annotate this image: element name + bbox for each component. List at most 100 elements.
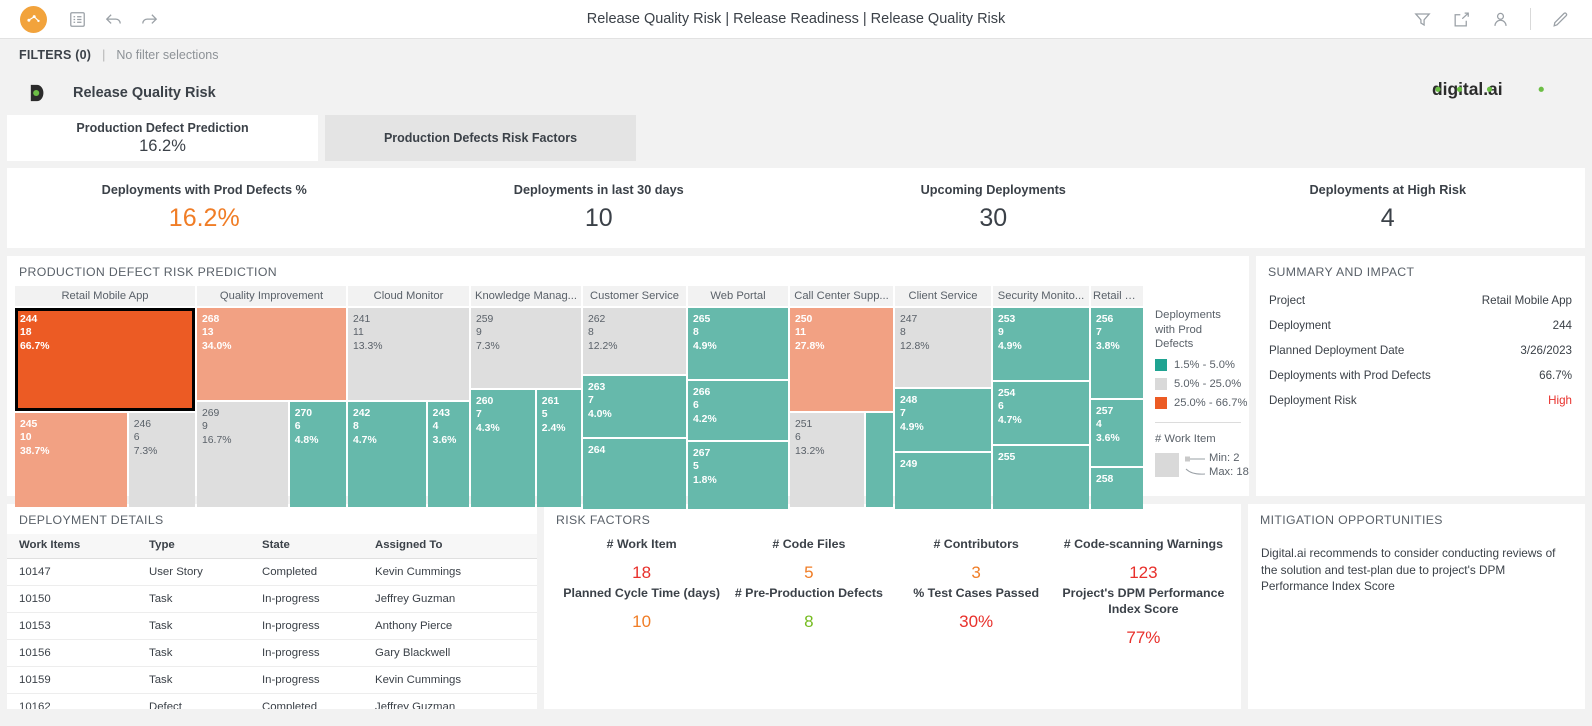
treemap-cell[interactable]: 268 13 34.0% (197, 308, 346, 400)
treemap-cell[interactable]: 270 6 4.8% (289, 402, 346, 507)
treemap-cell[interactable]: 248 7 4.9% (895, 389, 991, 451)
treemap-cell[interactable]: 261 5 2.4% (536, 390, 581, 507)
legend-min-connector-icon (1185, 456, 1205, 461)
treemap-column-header: Call Center Supp... (790, 286, 893, 306)
redo-icon[interactable] (140, 10, 159, 29)
filter-bar: FILTERS (0) | No filter selections (0, 39, 1592, 70)
legend-item[interactable]: 25.0% - 66.7% (1155, 396, 1247, 409)
legend-size-scale: Min: 2 Max: 18 (1155, 451, 1249, 479)
treemap-columns[interactable]: Retail Mobile App 244 18 66.7% 245 10 38.7% 246… (15, 286, 1143, 509)
treemap-cell[interactable]: 267 5 1.8% (688, 442, 788, 509)
tab-production-defect-prediction[interactable]: Production Defect Prediction 16.2% (7, 115, 318, 161)
treemap-cell[interactable]: 250 11 27.8% (790, 308, 893, 411)
kpi-value: 16.2% (168, 204, 240, 232)
table-row[interactable]: 10150 Task In-progress Jeffrey Guzman (7, 585, 537, 613)
treemap-cell-stack: 265 8 4.9% 266 6 4.2% 267 5 1.8% (688, 306, 788, 509)
treemap-cell[interactable]: 260 7 4.3% (471, 390, 535, 507)
treemap-cell[interactable]: 243 4 3.6% (427, 402, 469, 507)
table-row[interactable]: 10156 Task In-progress Gary Blackwell (7, 639, 537, 667)
treemap-cell-stack: 262 8 12.2% 263 7 4.0% 264 (583, 306, 686, 509)
table-row[interactable]: 10162 Defect Completed Jeffrey Guzman (7, 693, 537, 709)
legend-item[interactable]: 5.0% - 25.0% (1155, 377, 1241, 390)
treemap-cell-stack: 256 7 3.8% 257 4 3.6% 258 (1091, 306, 1143, 509)
treemap-cell[interactable]: 254 6 4.7% (993, 382, 1089, 444)
treemap-cell[interactable]: 266 6 4.2% (688, 381, 788, 440)
treemap-cell[interactable]: 262 8 12.2% (583, 308, 686, 374)
edit-icon[interactable] (1551, 10, 1570, 29)
risk-factor-value: 8 (804, 612, 814, 631)
legend-item[interactable]: 1.5% - 5.0% (1155, 358, 1241, 371)
share-icon[interactable] (1452, 10, 1471, 29)
treemap-column-header: Web Portal (688, 286, 788, 306)
treemap-cell-id: 257 (1096, 406, 1114, 417)
summary-label: Planned Deployment Date (1269, 344, 1405, 357)
table-row[interactable]: 10153 Task In-progress Anthony Pierce (7, 612, 537, 640)
table-cell: Kevin Cummings (363, 666, 537, 694)
table-row[interactable]: 10147 User Story Completed Kevin Cummings (7, 558, 537, 586)
treemap-cell-id: 253 (998, 314, 1016, 325)
treemap-cell[interactable]: 253 9 4.9% (993, 308, 1089, 380)
treemap-column-header: Customer Service (583, 286, 686, 306)
legend-item-list: 1.5% - 5.0% 5.0% - 25.0% 25.0% - 66.7% (1155, 358, 1247, 409)
treemap-cell[interactable]: 265 8 4.9% (688, 308, 788, 379)
treemap-cell[interactable]: 247 8 12.8% (895, 308, 991, 387)
treemap-cell[interactable]: 242 8 4.7% (348, 402, 426, 507)
dashboard-title: Release Quality Risk (73, 84, 216, 101)
tab-production-defects-risk-factors[interactable]: Production Defects Risk Factors (325, 115, 636, 161)
treemap-cell[interactable]: 241 11 13.3% (348, 308, 469, 400)
user-icon[interactable] (1491, 10, 1510, 29)
treemap-cell[interactable]: 249 (895, 453, 991, 509)
treemap-cell[interactable]: 263 7 4.0% (583, 376, 686, 437)
summary-row: Deployment 244 (1269, 313, 1572, 338)
treemap-cell-percent: 4.7% (998, 414, 1022, 426)
summary-label: Deployment Risk (1269, 394, 1357, 407)
treemap-cell-percent: 27.8% (795, 340, 825, 352)
treemap-cell-id: 255 (998, 452, 1016, 463)
treemap-cell[interactable]: 257 4 3.6% (1091, 400, 1143, 466)
treemap-cell-stack: 268 13 34.0% 269 9 16.7% 270 6 4.8% (197, 306, 346, 509)
tab-label: Production Defects Risk Factors (383, 130, 578, 145)
treemap-cell-id: 258 (1096, 474, 1114, 485)
legend-label: 1.5% - 5.0% (1174, 358, 1235, 371)
treemap-cell[interactable]: 264 (583, 439, 686, 509)
treemap-cell-workitems: 11 (795, 327, 806, 339)
treemap-cell-id: 256 (1096, 314, 1114, 325)
treemap-cell[interactable]: 258 (1091, 468, 1143, 509)
treemap-cell[interactable]: 251 6 13.2% (790, 413, 865, 507)
table-body[interactable]: 10147 User Story Completed Kevin Cummings 10… (7, 558, 537, 709)
treemap-cell[interactable] (866, 413, 893, 507)
treemap-row-group: 245 10 38.7% 246 6 7.3% (15, 413, 195, 507)
report-icon[interactable] (68, 10, 87, 29)
table-cell: In-progress (250, 612, 363, 640)
table-column-header[interactable]: Work Items (7, 534, 137, 559)
treemap-cell-id: 249 (900, 459, 918, 470)
treemap-cell[interactable]: 256 7 3.8% (1091, 308, 1143, 398)
treemap-cell-workitems: 6 (693, 400, 699, 412)
table-column-header[interactable]: Type (137, 534, 250, 559)
deployment-details-table[interactable]: Work Items Type State Assigned To 10147 User… (7, 534, 537, 709)
toolbar-divider (1530, 8, 1531, 30)
risk-factor-metric: # Code-scanning Warnings 123 (1060, 536, 1227, 583)
app-logo[interactable] (20, 5, 47, 33)
mitigation-title: MITIGATION OPPORTUNITIES (1260, 513, 1443, 527)
table-column-header[interactable]: Assigned To (363, 534, 537, 559)
treemap-cell-percent: 4.0% (588, 408, 612, 420)
filter-selection-text[interactable]: No filter selections (116, 48, 218, 62)
table-column-header[interactable]: State (250, 534, 363, 559)
treemap-title: PRODUCTION DEFECT RISK PREDICTION (19, 265, 277, 279)
filter-icon[interactable] (1413, 10, 1432, 29)
treemap-cell[interactable]: 255 (993, 446, 1089, 509)
treemap-cell[interactable]: 246 6 7.3% (128, 413, 195, 507)
treemap-row-group: 253 9 4.9% (993, 308, 1089, 380)
table-row[interactable]: 10159 Task In-progress Kevin Cummings (7, 666, 537, 694)
treemap-cell-id: 247 (900, 314, 918, 325)
treemap-cell-workitems: 13 (202, 327, 214, 339)
tab-strip: Production Defect Prediction 16.2% Produ… (7, 115, 1585, 161)
treemap-cell[interactable]: 245 10 38.7% (15, 413, 127, 507)
table-cell: In-progress (250, 585, 363, 613)
filters-count-label[interactable]: FILTERS (0) (19, 48, 91, 62)
undo-icon[interactable] (104, 10, 123, 29)
treemap-cell[interactable]: 269 9 16.7% (197, 402, 288, 507)
treemap-cell[interactable]: 259 9 7.3% (471, 308, 581, 388)
treemap-cell[interactable]: 244 18 66.7% (15, 308, 195, 411)
